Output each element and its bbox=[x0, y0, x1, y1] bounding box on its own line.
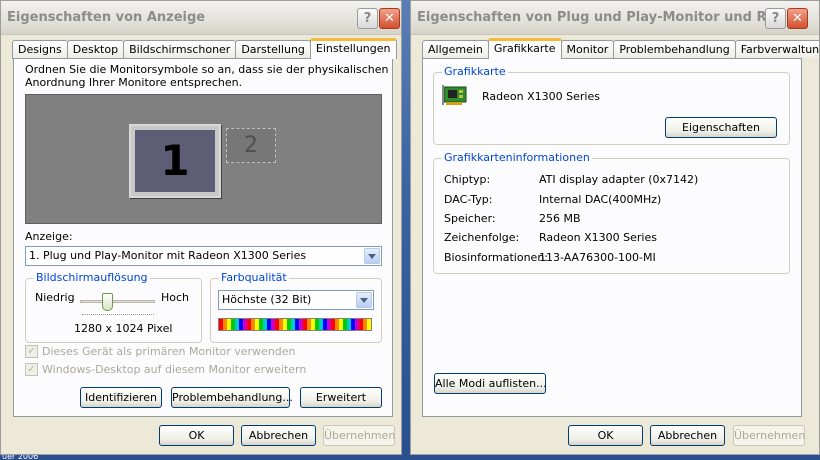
monitor-2[interactable]: 2 bbox=[226, 128, 276, 163]
slider-ticks bbox=[82, 312, 154, 315]
display-select[interactable]: 1. Plug und Play-Monitor mit Radeon X130… bbox=[25, 246, 382, 266]
help-button[interactable]: ? bbox=[357, 8, 378, 29]
apply-button[interactable]: Übernehmen bbox=[733, 425, 805, 446]
resolution-slider-thumb[interactable] bbox=[102, 293, 113, 311]
help-button[interactable]: ? bbox=[765, 8, 786, 29]
chevron-down-icon[interactable] bbox=[364, 248, 380, 264]
tab-strip: Designs Desktop Bildschirmschoner Darste… bbox=[12, 38, 397, 59]
chevron-down-icon[interactable] bbox=[356, 292, 372, 308]
troubleshoot-button[interactable]: Problembehandlung... bbox=[171, 387, 293, 408]
resolution-group-label: Bildschirmauflösung bbox=[34, 271, 150, 284]
tab-designs[interactable]: Designs bbox=[12, 40, 68, 59]
identify-button[interactable]: Identifizieren bbox=[80, 387, 162, 408]
tab-appearance[interactable]: Darstellung bbox=[235, 40, 311, 59]
resolution-high-label: Hoch bbox=[161, 291, 190, 304]
info-value-bios: 113-AA76300-100-MI bbox=[539, 251, 656, 264]
tab-monitor[interactable]: Monitor bbox=[560, 40, 615, 59]
info-key-bios: Biosinformationen: bbox=[444, 251, 548, 264]
close-button[interactable]: ✕ bbox=[787, 8, 808, 29]
settings-panel: Ordnen Sie die Monitorsymbole so an, das… bbox=[13, 58, 393, 417]
graphics-card-icon bbox=[442, 85, 468, 107]
info-key-chiptype: Chiptyp: bbox=[444, 173, 491, 186]
color-quality-group: Farbqualität Höchste (32 Bit) bbox=[210, 271, 382, 343]
adapter-panel: Grafikkarte Radeon X1300 Series Eigensch… bbox=[422, 58, 802, 417]
tab-screensaver[interactable]: Bildschirmschoner bbox=[123, 40, 237, 59]
resolution-group: Bildschirmauflösung Niedrig Hoch 1280 x … bbox=[25, 271, 202, 343]
monitor-1[interactable]: 1 bbox=[129, 124, 221, 198]
adapter-group: Grafikkarte Radeon X1300 Series Eigensch… bbox=[433, 65, 790, 145]
display-label: Anzeige: bbox=[25, 230, 73, 243]
color-quality-select[interactable]: Höchste (32 Bit) bbox=[218, 290, 374, 310]
monitor-1-label: 1 bbox=[135, 130, 215, 192]
display-select-value: 1. Plug und Play-Monitor mit Radeon X130… bbox=[29, 249, 307, 262]
info-value-memory: 256 MB bbox=[539, 212, 581, 225]
instructions-text: Ordnen Sie die Monitorsymbole so an, das… bbox=[25, 63, 389, 89]
properties-button[interactable]: Eigenschaften bbox=[665, 117, 777, 138]
title-bar[interactable]: Eigenschaften von Plug und Play-Monitor … bbox=[411, 1, 819, 35]
info-value-chiptype: ATI display adapter (0x7142) bbox=[539, 173, 699, 186]
primary-monitor-label: Dieses Gerät als primären Monitor verwen… bbox=[42, 345, 296, 358]
color-spectrum-bar bbox=[218, 318, 372, 331]
tab-general[interactable]: Allgemein bbox=[422, 40, 489, 59]
color-quality-value: Höchste (32 Bit) bbox=[222, 293, 312, 306]
color-quality-group-label: Farbqualität bbox=[219, 271, 289, 284]
adapter-group-label: Grafikkarte bbox=[442, 65, 508, 78]
info-value-string: Radeon X1300 Series bbox=[539, 231, 657, 244]
info-key-string: Zeichenfolge: bbox=[444, 231, 520, 244]
ok-button[interactable]: OK bbox=[568, 425, 643, 446]
tab-desktop[interactable]: Desktop bbox=[66, 40, 125, 59]
title-bar[interactable]: Eigenschaften von Anzeige ? ✕ bbox=[1, 1, 401, 35]
extend-desktop-checkbox[interactable]: ✓ bbox=[25, 363, 38, 376]
ok-button[interactable]: OK bbox=[159, 425, 234, 446]
extend-desktop-label: Windows-Desktop auf diesem Monitor erwei… bbox=[42, 363, 307, 376]
adapter-info-group: Grafikkarteninformationen Chiptyp: ATI d… bbox=[433, 151, 790, 274]
cancel-button[interactable]: Abbrechen bbox=[241, 425, 316, 446]
info-key-dac: DAC-Typ: bbox=[444, 193, 493, 206]
resolution-low-label: Niedrig bbox=[35, 291, 75, 304]
window-title: Eigenschaften von Anzeige bbox=[7, 10, 206, 25]
adapter-properties-window: Eigenschaften von Plug und Play-Monitor … bbox=[410, 0, 820, 455]
adapter-info-group-label: Grafikkarteninformationen bbox=[442, 151, 592, 164]
list-all-modes-button[interactable]: Alle Modi auflisten... bbox=[434, 373, 547, 394]
cancel-button[interactable]: Abbrechen bbox=[650, 425, 725, 446]
tab-settings[interactable]: Einstellungen bbox=[309, 38, 397, 59]
resolution-slider-track[interactable] bbox=[80, 300, 155, 303]
window-title: Eigenschaften von Plug und Play-Monitor … bbox=[417, 10, 765, 25]
display-properties-window: Eigenschaften von Anzeige ? ✕ Designs De… bbox=[0, 0, 402, 455]
info-key-memory: Speicher: bbox=[444, 212, 496, 225]
monitor-arrangement-area[interactable]: 1 2 bbox=[25, 94, 382, 224]
adapter-name: Radeon X1300 Series bbox=[482, 90, 600, 103]
close-button[interactable]: ✕ bbox=[379, 8, 400, 29]
apply-button[interactable]: Übernehmen bbox=[323, 425, 395, 446]
tab-troubleshoot[interactable]: Problembehandlung bbox=[613, 40, 736, 59]
info-value-dac: Internal DAC(400MHz) bbox=[539, 193, 662, 206]
primary-monitor-checkbox[interactable]: ✓ bbox=[25, 345, 38, 358]
tab-color-management[interactable]: Farbverwaltung bbox=[734, 40, 819, 59]
resolution-value: 1280 x 1024 Pixel bbox=[74, 322, 173, 335]
tab-strip: Allgemein Grafikkarte Monitor Problembeh… bbox=[422, 38, 819, 59]
tab-adapter[interactable]: Grafikkarte bbox=[487, 38, 562, 59]
advanced-button[interactable]: Erweitert bbox=[300, 387, 382, 408]
